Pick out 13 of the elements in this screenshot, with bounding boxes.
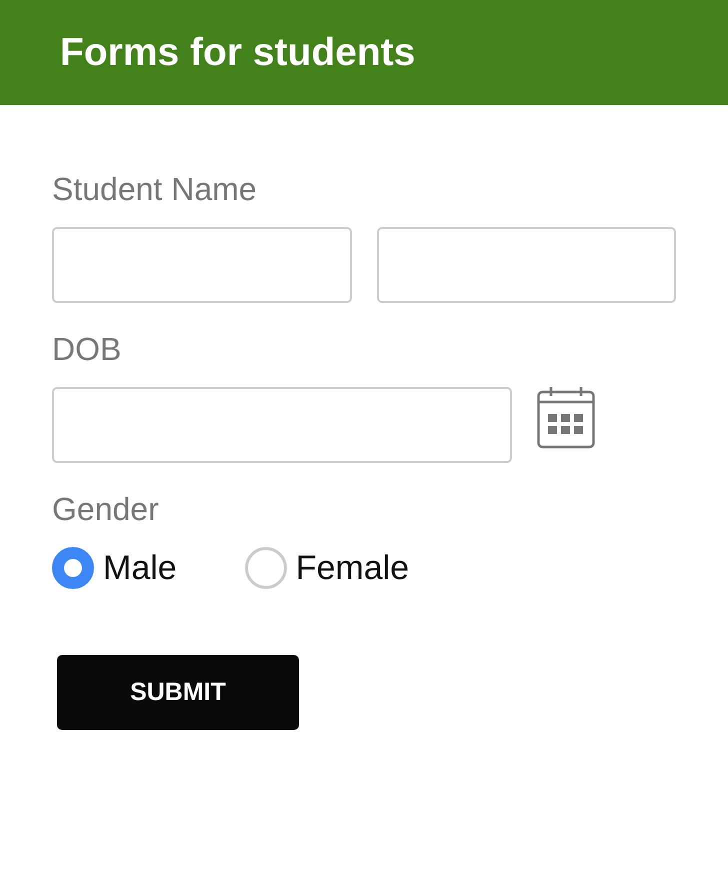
text-field[interactable]: [52, 227, 352, 303]
submit-button[interactable]: SUBMIT: [57, 655, 299, 730]
field-label: Student Name: [52, 170, 258, 209]
field-label: DOB: [52, 330, 122, 369]
calendar-icon[interactable]: [537, 387, 595, 449]
option-label: Female: [296, 548, 410, 588]
radio-button[interactable]: [244, 547, 287, 589]
date-field[interactable]: [52, 387, 512, 463]
text-field[interactable]: [376, 227, 676, 303]
radio-button[interactable]: [52, 547, 94, 589]
form-title: Forms for students: [60, 30, 416, 74]
option-label: Male: [103, 548, 177, 588]
field-label: Gender: [52, 490, 160, 529]
